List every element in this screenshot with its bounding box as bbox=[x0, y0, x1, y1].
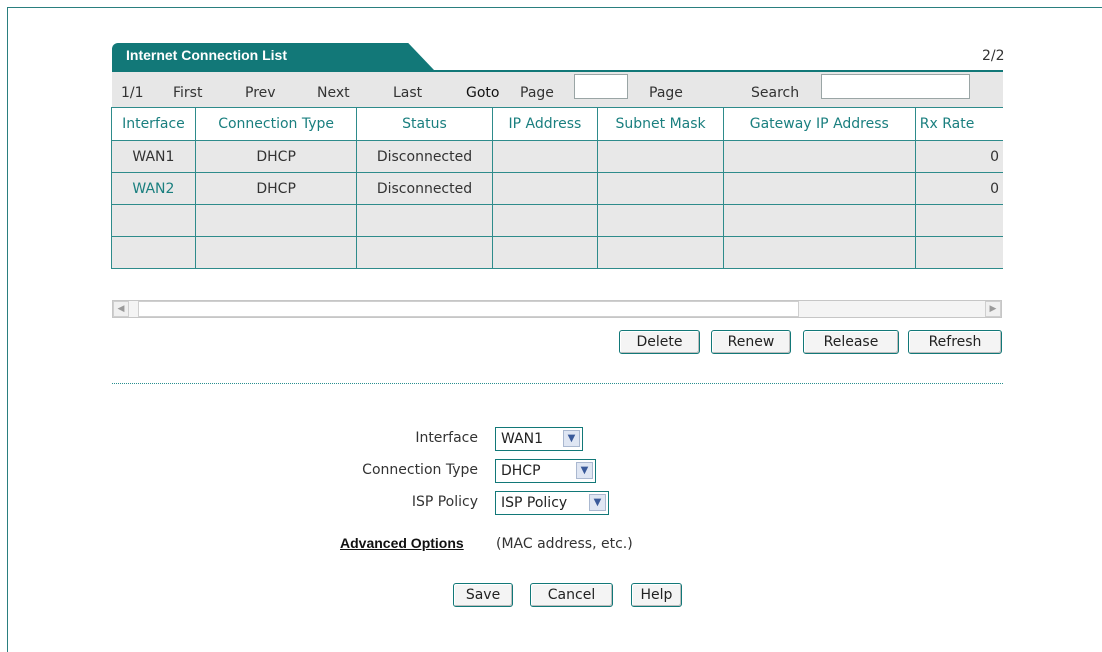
cell-rx-rate: 0 bbox=[914, 172, 1003, 205]
scroll-left-arrow-icon[interactable]: ◀ bbox=[113, 301, 129, 317]
cell-interface[interactable]: WAN2 bbox=[111, 172, 196, 205]
cell-gateway-ip bbox=[722, 236, 916, 269]
cell-interface: WAN1 bbox=[111, 140, 196, 173]
table-viewport: Interface Connection Type Status IP Addr… bbox=[0, 0, 1003, 652]
cell-status: Disconnected bbox=[356, 172, 493, 205]
interface-select[interactable]: WAN1 ▼ bbox=[495, 427, 583, 451]
cell-rx-rate bbox=[914, 236, 1003, 269]
scroll-right-arrow-icon[interactable]: ▶ bbox=[985, 301, 1001, 317]
column-header-status[interactable]: Status bbox=[356, 107, 493, 141]
table-row bbox=[111, 236, 1003, 269]
cell-gateway-ip bbox=[722, 172, 916, 205]
cell-rx-rate bbox=[914, 204, 1003, 237]
connection-type-select-value: DHCP bbox=[501, 463, 541, 479]
column-header-rx-rate[interactable]: Rx Rate bbox=[914, 107, 1003, 141]
interface-label: Interface bbox=[415, 430, 478, 446]
save-button[interactable]: Save bbox=[453, 583, 513, 607]
connection-type-label: Connection Type bbox=[362, 462, 478, 478]
table-row bbox=[111, 204, 1003, 237]
chevron-down-icon[interactable]: ▼ bbox=[563, 430, 580, 447]
cell-connection-type: DHCP bbox=[194, 172, 358, 205]
chevron-down-icon[interactable]: ▼ bbox=[576, 462, 593, 479]
isp-policy-select-value: ISP Policy bbox=[501, 495, 568, 511]
cell-connection-type bbox=[194, 236, 358, 269]
cell-subnet-mask bbox=[597, 172, 724, 205]
release-button[interactable]: Release bbox=[803, 330, 899, 354]
connection-type-select[interactable]: DHCP ▼ bbox=[495, 459, 596, 483]
table-row[interactable]: WAN1 DHCP Disconnected 0 bbox=[111, 140, 1003, 173]
section-divider bbox=[112, 383, 1003, 384]
cell-ip-address bbox=[491, 204, 599, 237]
column-header-gateway-ip[interactable]: Gateway IP Address bbox=[722, 107, 916, 141]
renew-button[interactable]: Renew bbox=[711, 330, 791, 354]
advanced-options-note: (MAC address, etc.) bbox=[496, 536, 633, 552]
column-header-connection-type[interactable]: Connection Type bbox=[194, 107, 358, 141]
column-header-ip-address[interactable]: IP Address bbox=[491, 107, 599, 141]
cell-status: Disconnected bbox=[356, 140, 493, 173]
help-button[interactable]: Help bbox=[631, 583, 682, 607]
cell-status bbox=[356, 236, 493, 269]
cell-subnet-mask bbox=[597, 204, 724, 237]
cell-connection-type: DHCP bbox=[194, 140, 358, 173]
table-row[interactable]: WAN2 DHCP Disconnected 0 bbox=[111, 172, 1003, 205]
cell-interface bbox=[111, 204, 196, 237]
cell-gateway-ip bbox=[722, 204, 916, 237]
cell-subnet-mask bbox=[597, 140, 724, 173]
cell-ip-address bbox=[491, 236, 599, 269]
cell-ip-address bbox=[491, 140, 599, 173]
chevron-down-icon[interactable]: ▼ bbox=[589, 494, 606, 511]
cell-interface bbox=[111, 236, 196, 269]
cell-connection-type bbox=[194, 204, 358, 237]
advanced-options-link[interactable]: Advanced Options bbox=[340, 535, 464, 551]
interface-select-value: WAN1 bbox=[501, 431, 544, 447]
column-header-subnet-mask[interactable]: Subnet Mask bbox=[597, 107, 724, 141]
cancel-button[interactable]: Cancel bbox=[530, 583, 613, 607]
cell-gateway-ip bbox=[722, 140, 916, 173]
connection-table: Interface Connection Type Status IP Addr… bbox=[111, 107, 1003, 269]
cell-ip-address bbox=[491, 172, 599, 205]
table-header-row: Interface Connection Type Status IP Addr… bbox=[111, 107, 1003, 141]
cell-subnet-mask bbox=[597, 236, 724, 269]
delete-button[interactable]: Delete bbox=[619, 330, 700, 354]
cell-rx-rate: 0 bbox=[914, 140, 1003, 173]
scrollbar-thumb[interactable] bbox=[138, 301, 799, 317]
column-header-interface[interactable]: Interface bbox=[111, 107, 196, 141]
isp-policy-select[interactable]: ISP Policy ▼ bbox=[495, 491, 609, 515]
cell-status bbox=[356, 204, 493, 237]
refresh-button[interactable]: Refresh bbox=[908, 330, 1002, 354]
isp-policy-label: ISP Policy bbox=[411, 494, 478, 510]
